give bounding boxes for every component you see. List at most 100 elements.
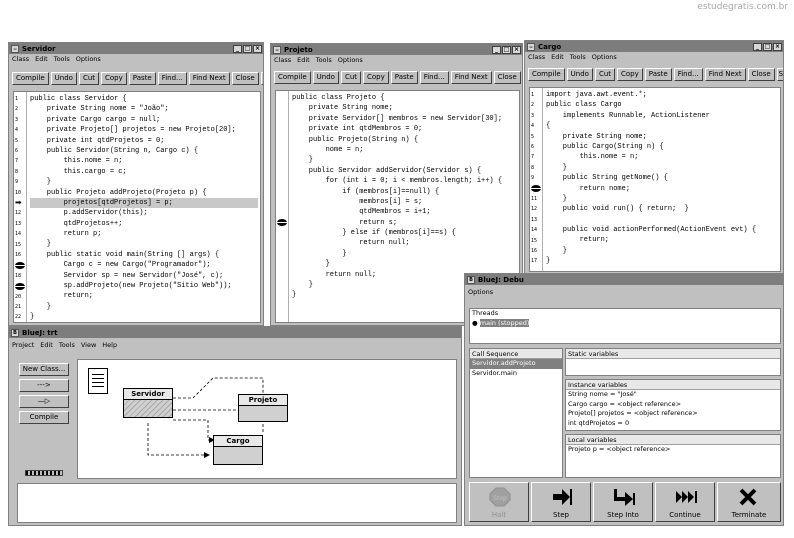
code-line[interactable]: } [546,256,778,266]
step-button[interactable]: Step [531,482,591,522]
code-line[interactable]: public void run() { return; } [546,204,778,214]
debugger-title-bar[interactable]: B BlueJ: Debu [465,274,783,285]
menu-project[interactable]: Project [12,341,34,349]
code-line[interactable]: } [292,249,517,259]
menu-options[interactable]: Options [338,56,363,64]
code-line[interactable]: private int qtdProjetos = 0; [30,136,258,146]
menu-class[interactable]: Class [12,55,29,63]
code-line[interactable]: for (int i = 0; i < membros.length; i++)… [292,176,517,186]
code-line[interactable]: } [30,302,258,312]
dependency-arrow-button[interactable]: ---> [19,379,69,392]
code-line[interactable]: public class Servidor { [30,94,258,104]
call-sequence-item[interactable]: Servidor.addProjeto [470,359,562,369]
undo-button[interactable]: Undo [566,67,593,81]
class-box-servidor[interactable]: Servidor [123,388,173,418]
menu-edit[interactable]: Edit [35,55,48,63]
code-line[interactable]: this.nome = n; [30,156,258,166]
code-line[interactable]: this.nome = n; [546,152,778,162]
menu-edit[interactable]: Edit [297,56,310,64]
compile-button[interactable]: Compile [274,70,311,84]
maximize-icon[interactable]: □ [502,45,511,54]
class-box-projeto[interactable]: Projeto [238,394,288,422]
find-next-button[interactable]: Find Next [188,71,230,85]
code-line[interactable]: return s; [292,218,517,228]
source-toggle-button[interactable]: S [260,71,263,85]
bluej-title-bar[interactable]: B BlueJ: trt [9,327,461,338]
cargo-title-bar[interactable]: ☕ Cargo _ □ × [525,41,783,52]
code-line[interactable]: public Servidor addServidor(Servidor s) … [292,166,517,176]
servidor-title-bar[interactable]: ☕ Servidor _ □ × [9,43,263,54]
object-bench[interactable] [17,483,457,523]
menu-options[interactable]: Options [468,288,493,296]
instance-variables-panel[interactable]: Instance variables String nome = "José" … [565,379,781,431]
threads-panel[interactable]: Threads ● main (stopped) [469,308,781,344]
cut-button[interactable]: Cut [594,67,616,81]
menu-tools[interactable]: Tools [54,55,70,63]
code-line[interactable]: public Cargo(String n) { [546,142,778,152]
instance-variable-item[interactable]: Cargo cargo = <object reference> [566,400,780,410]
code-line[interactable]: } [546,246,778,256]
code-line[interactable]: public static void main(String [] args) … [30,250,258,260]
code-line[interactable]: return p; [30,229,258,239]
paste-button[interactable]: Paste [128,71,156,85]
paste-button[interactable]: Paste [644,67,672,81]
code-line[interactable]: implements Runnable, ActionListener [546,111,778,121]
code-line[interactable]: return null; [292,238,517,248]
cargo-code-editor[interactable]: 1 2 3 4 5 6 7 8 9 11 12 13 14 15 16 17 import java.awt.… [529,87,781,272]
code-line[interactable]: } [30,312,258,322]
menu-help[interactable]: Help [102,341,117,349]
code-line[interactable]: private String nome = "João"; [30,104,258,114]
code-line[interactable]: qtdProjetos++; [30,219,258,229]
breakpoint-icon[interactable] [15,282,25,290]
code-line[interactable]: private Servidor[] membros = new Servido… [292,114,517,124]
instance-variable-item[interactable]: String nome = "José" [566,390,780,400]
paste-button[interactable]: Paste [390,70,418,84]
code-line[interactable]: public String getNome() { [546,173,778,183]
call-sequence-panel[interactable]: Call Sequence Servidor.addProjeto Servid… [469,348,563,478]
code-line[interactable]: private int qtdMembros = 0; [292,124,517,134]
close-icon[interactable]: × [773,42,782,51]
copy-button[interactable]: Copy [101,71,127,85]
menu-view[interactable]: View [81,341,96,349]
code-line[interactable]: return; [546,235,778,245]
step-into-button[interactable]: Step Into [593,482,653,522]
code-line[interactable]: } [292,259,517,269]
line-number-gutter[interactable] [276,91,289,322]
minimize-icon[interactable]: _ [753,42,762,51]
find-button[interactable]: Find... [157,71,187,85]
maximize-icon[interactable]: □ [763,42,772,51]
copy-button[interactable]: Copy [617,67,643,81]
line-number-gutter[interactable]: 1 2 3 4 5 6 7 8 9 11 12 13 14 15 16 17 [530,88,543,271]
halt-button[interactable]: Stop Halt [469,482,529,522]
close-button[interactable]: Close [493,70,521,84]
close-button[interactable]: Close [747,67,775,81]
code-line[interactable]: public Projeto addProjeto(Projeto p) { [30,188,258,198]
code-line[interactable]: private String nome; [292,103,517,113]
instance-variable-item[interactable]: int qtdProjetos = 0 [566,419,780,429]
line-number-gutter[interactable]: 1 2 3 4 5 6 7 8 9 10 ➡ 12 13 14 15 16 18 20 21 22 [14,92,27,322]
code-line[interactable]: return nome; [546,184,778,194]
code-line[interactable]: this.cargo = c; [30,167,258,177]
local-variable-item[interactable]: Projeto p = <object reference> [566,445,780,455]
menu-tools[interactable]: Tools [59,341,75,349]
servidor-code-editor[interactable]: 1 2 3 4 5 6 7 8 9 10 ➡ 12 13 14 15 16 18 20 21 22 public cl… [13,91,261,323]
code-line[interactable]: private Projeto[] projetos = new Projeto… [30,125,258,135]
servidor-source-code[interactable]: public class Servidor { private String n… [30,94,258,322]
code-line[interactable] [546,215,778,225]
menu-options[interactable]: Options [76,55,101,63]
code-line[interactable]: nome = n; [292,145,517,155]
menu-edit[interactable]: Edit [40,341,53,349]
find-button[interactable]: Find... [419,70,449,84]
menu-edit[interactable]: Edit [551,53,564,61]
inheritance-arrow-button[interactable]: —▷ [19,395,69,408]
undo-button[interactable]: Undo [50,71,77,85]
compile-button[interactable]: Compile [19,411,69,424]
compile-button[interactable]: Compile [12,71,49,85]
thread-name[interactable]: main (stopped) [479,318,530,327]
copy-button[interactable]: Copy [363,70,389,84]
cut-button[interactable]: Cut [78,71,100,85]
code-line[interactable]: projetos[qtdProjetos] = p; [30,197,258,209]
thread-item[interactable]: ● main (stopped) [470,318,780,329]
maximize-icon[interactable]: □ [243,44,252,53]
compile-button[interactable]: Compile [528,67,565,81]
